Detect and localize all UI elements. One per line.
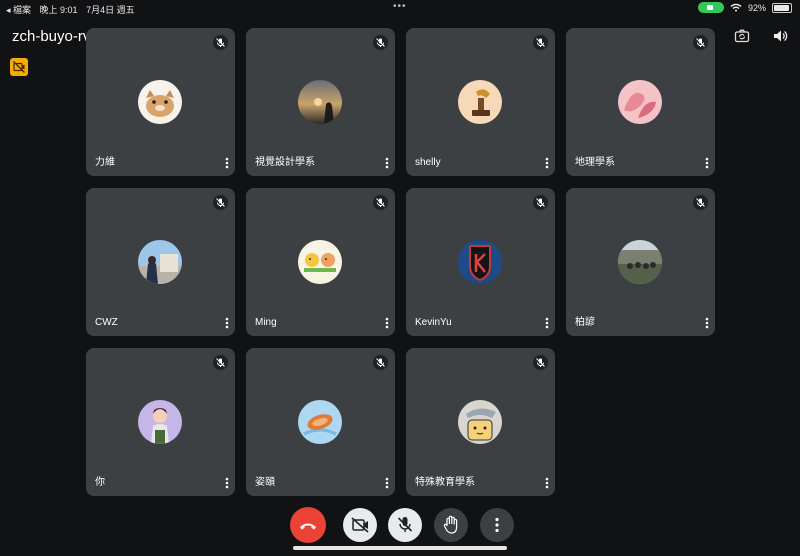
more-vert-icon[interactable] [545, 317, 549, 329]
participant-tile[interactable]: 柏諺 [566, 188, 715, 336]
more-vert-icon[interactable] [385, 317, 389, 329]
avatar [138, 400, 182, 444]
more-vert-icon[interactable] [705, 157, 709, 169]
mic-off-icon [213, 355, 228, 370]
participant-name: 你 [95, 477, 105, 488]
more-vert-icon[interactable] [225, 317, 229, 329]
avatar [458, 80, 502, 124]
participant-tile[interactable]: KevinYu [406, 188, 555, 336]
more-vert-icon[interactable] [385, 157, 389, 169]
participant-name: 力維 [95, 157, 115, 168]
avatar [458, 400, 502, 444]
avatar [298, 80, 342, 124]
more-vert-icon[interactable] [385, 477, 389, 489]
home-indicator[interactable] [293, 546, 507, 550]
participant-name: shelly [415, 157, 441, 168]
battery-icon [772, 2, 792, 13]
status-time: 晚上 9:01 [39, 5, 78, 15]
participant-name: KevinYu [415, 317, 452, 328]
mic-off-icon [693, 195, 708, 210]
status-date: 7月4日 週五 [86, 5, 135, 15]
mic-off-icon [397, 517, 413, 532]
back-to-app-link[interactable]: ◂ 檔案 [6, 5, 31, 15]
participant-tile[interactable]: 力維 [86, 28, 235, 176]
avatar [138, 80, 182, 124]
more-options-button[interactable] [480, 508, 514, 542]
avatar [458, 240, 502, 284]
mic-off-icon [693, 35, 708, 50]
participant-name: 柏諺 [575, 317, 595, 328]
avatar [618, 80, 662, 124]
mic-off-icon [533, 35, 548, 50]
status-bar: ◂ 檔案 晚上 9:01 7月4日 週五 ••• 92% [0, 0, 800, 16]
participant-tile[interactable]: shelly [406, 28, 555, 176]
participant-tile[interactable]: Ming [246, 188, 395, 336]
battery-percent: 92% [747, 2, 766, 13]
participant-name: 特殊教育學系 [415, 477, 475, 488]
participant-tile[interactable]: 特殊教育學系 [406, 348, 555, 496]
status-left: ◂ 檔案 晚上 9:01 7月4日 週五 [6, 3, 141, 16]
mic-off-icon [213, 35, 228, 50]
avatar [138, 240, 182, 284]
end-call-icon [300, 523, 316, 530]
mic-off-icon [373, 35, 388, 50]
mic-off-icon [533, 355, 548, 370]
camera-in-use-icon [697, 2, 724, 13]
participant-name: 地理學系 [575, 157, 615, 168]
call-controls [0, 507, 800, 544]
avatar [298, 400, 342, 444]
end-call-button[interactable] [290, 507, 326, 543]
participant-name: CWZ [95, 317, 118, 328]
raise-hand-icon [443, 515, 458, 534]
top-actions [734, 28, 788, 44]
multitask-dots-icon[interactable]: ••• [393, 1, 407, 12]
camera-off-icon [351, 517, 369, 533]
mic-off-icon [373, 195, 388, 210]
more-vert-icon[interactable] [225, 477, 229, 489]
mic-toggle-button[interactable] [388, 508, 422, 542]
speaker-icon[interactable] [772, 28, 788, 44]
participant-tile[interactable]: CWZ [86, 188, 235, 336]
wifi-icon [730, 3, 742, 12]
more-vert-icon[interactable] [225, 157, 229, 169]
participant-name: 視覺設計學系 [255, 157, 315, 168]
mic-off-icon [533, 195, 548, 210]
participant-name: 姿頤 [255, 477, 275, 488]
more-vert-icon [495, 517, 499, 533]
meeting-code: zch-buyo-rvz [12, 28, 98, 45]
camera-toggle-button[interactable] [343, 508, 377, 542]
participant-tile[interactable]: 姿頤 [246, 348, 395, 496]
mic-off-icon [373, 355, 388, 370]
status-right: 92% [697, 2, 792, 13]
switch-camera-icon[interactable] [734, 28, 750, 44]
mic-off-icon [213, 195, 228, 210]
raise-hand-button[interactable] [434, 508, 468, 542]
participant-tile[interactable]: 視覺設計學系 [246, 28, 395, 176]
avatar [618, 240, 662, 284]
more-vert-icon[interactable] [545, 157, 549, 169]
more-vert-icon[interactable] [705, 317, 709, 329]
camera-off-notice-icon[interactable] [10, 58, 28, 76]
participant-tile[interactable]: 你 [86, 348, 235, 496]
more-vert-icon[interactable] [545, 477, 549, 489]
participant-name: Ming [255, 317, 277, 328]
avatar [298, 240, 342, 284]
participant-tile[interactable]: 地理學系 [566, 28, 715, 176]
